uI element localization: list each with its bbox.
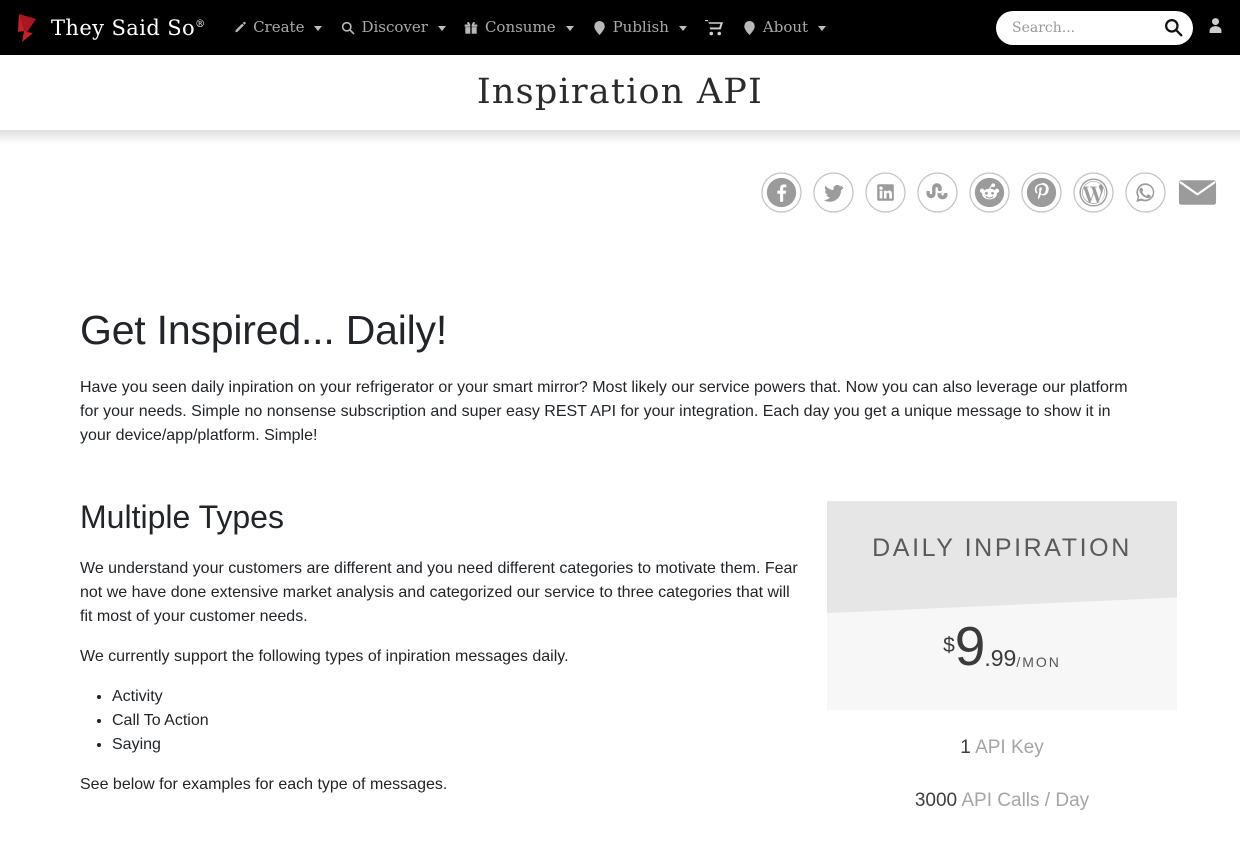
nav-item-create-label: Create — [253, 18, 305, 36]
types-and-pricing-row: Multiple Types We understand your custom… — [80, 498, 1177, 841]
nav-item-publish-label: Publish — [612, 18, 669, 36]
pricing-cents: .99 — [984, 645, 1017, 672]
pricing-amount-group: $ 9 .99 /MON — [827, 619, 1177, 674]
pricing-plan-header: DAILY INPIRATION — [827, 501, 1177, 614]
pricing-feature-label: API Key — [975, 737, 1044, 759]
multiple-types-title: Multiple Types — [80, 499, 284, 536]
navbar-right-group — [996, 10, 1226, 45]
share-linkedin-button[interactable] — [864, 171, 906, 213]
pricing-plan-name: DAILY INPIRATION — [872, 533, 1132, 562]
account-menu-button[interactable] — [1204, 15, 1226, 41]
search-submit-button[interactable] — [1162, 18, 1185, 37]
hero-section: Get Inspired... Daily! Have you seen dai… — [80, 222, 1160, 448]
pricing-column: DAILY INPIRATION $ 9 .99 /MON 1 API Key — [826, 498, 1177, 841]
search-box — [996, 10, 1193, 45]
share-pinterest-button[interactable] — [1020, 171, 1062, 213]
nav-item-about-label: About — [762, 18, 809, 36]
nav-item-create[interactable]: Create — [223, 14, 331, 41]
registered-mark: ® — [195, 18, 206, 30]
nav-item-consume-label: Consume — [484, 18, 556, 36]
pricing-currency: $ — [943, 634, 955, 658]
pricing-feature-count: 1 — [960, 737, 971, 759]
social-share-row — [0, 144, 1240, 222]
main-content: Get Inspired... Daily! Have you seen dai… — [65, 222, 1177, 842]
hero-title: Get Inspired... Daily! — [80, 307, 448, 353]
pencil-icon — [232, 20, 247, 35]
multiple-types-paragraph-1: We understand your customers are differe… — [80, 559, 798, 625]
list-item: Saying — [112, 733, 800, 757]
share-reddit-button[interactable] — [968, 171, 1010, 213]
nav-item-cart[interactable] — [696, 12, 733, 43]
multiple-types-paragraph-3: See below for examples for each type of … — [80, 775, 448, 793]
pricing-feature-list: 1 API Key 3000 API Calls / Day — [827, 736, 1177, 813]
pricing-card: DAILY INPIRATION $ 9 .99 /MON 1 API Key — [827, 501, 1177, 813]
brand-name: They Said So® — [51, 16, 205, 40]
nav-item-about[interactable]: About — [733, 14, 835, 41]
pricing-feature-count: 3000 — [914, 789, 958, 811]
top-navbar: They Said So® Create Discover Consume Pu… — [0, 0, 1240, 55]
pricing-period: /MON — [1016, 654, 1061, 671]
pricing-feature: 1 API Key — [827, 736, 1177, 761]
list-item: Call To Action — [112, 709, 800, 733]
pricing-feature: 3000 API Calls / Day — [827, 789, 1177, 814]
multiple-types-paragraph-2: We currently support the following types… — [80, 647, 569, 665]
share-whatsapp-button[interactable] — [1124, 171, 1166, 213]
chevron-down-icon — [565, 26, 574, 31]
page-header-band: Inspiration API — [0, 55, 1240, 130]
nav-item-consume[interactable]: Consume — [455, 14, 583, 41]
hero-paragraph: Have you seen daily inpiration on your r… — [80, 379, 1128, 445]
chevron-down-icon — [437, 26, 446, 31]
page-title: Inspiration API — [476, 72, 764, 112]
multiple-types-section: Multiple Types We understand your custom… — [80, 498, 800, 841]
share-email-button[interactable] — [1176, 171, 1218, 213]
list-item: Activity — [112, 685, 800, 709]
pricing-amount: 9 — [954, 615, 986, 678]
location-pin-icon — [742, 20, 757, 35]
nav-item-discover[interactable]: Discover — [331, 14, 454, 41]
share-twitter-button[interactable] — [812, 171, 854, 213]
search-icon — [340, 20, 355, 35]
header-shadow-divider — [0, 130, 1240, 144]
nav-item-discover-label: Discover — [361, 18, 428, 36]
chevron-down-icon — [818, 26, 827, 31]
brand-logo-link[interactable]: They Said So® — [10, 11, 205, 45]
share-facebook-button[interactable] — [760, 171, 802, 213]
cart-icon — [704, 18, 724, 37]
search-input[interactable] — [1012, 19, 1162, 36]
location-pin-icon — [592, 20, 607, 35]
pricing-feature-label: API Calls / Day — [961, 789, 1090, 811]
chevron-down-icon — [314, 26, 323, 31]
quill-logo-icon — [16, 11, 42, 45]
chevron-down-icon — [678, 26, 687, 31]
gift-icon — [464, 20, 479, 35]
message-types-list: Activity Call To Action Saying — [80, 685, 800, 757]
share-stumbleupon-button[interactable] — [916, 171, 958, 213]
share-wordpress-button[interactable] — [1072, 171, 1114, 213]
user-icon — [1207, 17, 1224, 39]
navbar-menu: Create Discover Consume Publish About — [223, 12, 996, 43]
pricing-card-top: DAILY INPIRATION $ 9 .99 /MON — [827, 501, 1177, 711]
brand-name-text: They Said So — [51, 15, 196, 40]
nav-item-publish[interactable]: Publish — [583, 14, 696, 41]
